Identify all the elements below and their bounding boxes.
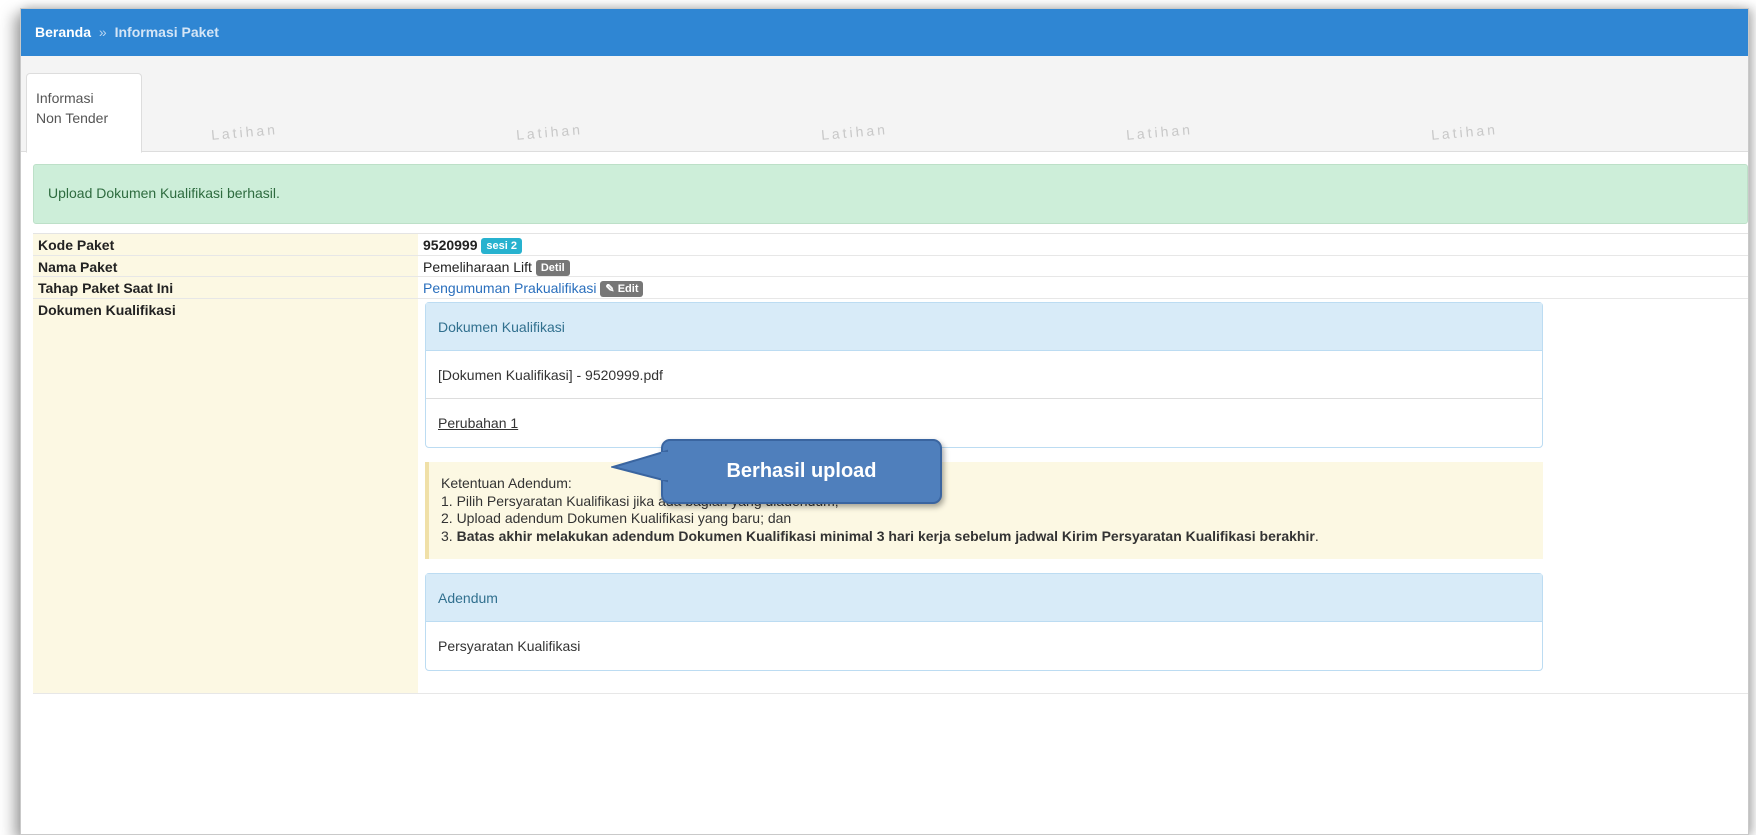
- note-item-3: 3. Batas akhir melakukan adendum Dokumen…: [441, 528, 1531, 546]
- kode-paket-value: 9520999: [423, 237, 478, 253]
- ketentuan-adendum-note: Ketentuan Adendum: 1. Pilih Persyaratan …: [425, 462, 1543, 559]
- nama-paket-value: Pemeliharaan Lift: [423, 259, 532, 275]
- row-value: 9520999 sesi 2: [418, 234, 1748, 255]
- watermark: Latihan: [515, 121, 584, 143]
- adendum-panel: Adendum Persyaratan Kualifikasi: [425, 573, 1543, 671]
- row-value: Dokumen Kualifikasi [Dokumen Kualifikasi…: [418, 299, 1748, 693]
- watermark: Latihan: [820, 121, 889, 143]
- tab-label-line2: Non Tender: [36, 110, 109, 126]
- row-value: Pemeliharaan Lift Detil: [418, 256, 1748, 276]
- note-item-3-bold: Batas akhir melakukan adendum Dokumen Ku…: [456, 527, 1315, 544]
- note-item-3-prefix: 3.: [441, 527, 457, 544]
- row-label: Tahap Paket Saat Ini: [33, 277, 418, 298]
- file-name[interactable]: [Dokumen Kualifikasi] - 9520999.pdf: [438, 367, 663, 383]
- breadcrumb: Beranda » Informasi Paket: [21, 9, 1748, 56]
- tab-informasi-non-tender[interactable]: Informasi Non Tender: [26, 73, 142, 153]
- note-item-2: 2. Upload adendum Dokumen Kualifikasi ya…: [441, 510, 792, 526]
- list-item-perubahan: Perubahan 1: [426, 399, 1542, 447]
- row-label: Kode Paket: [33, 234, 418, 255]
- table-row-tahap-paket: Tahap Paket Saat Ini Pengumuman Prakuali…: [33, 277, 1748, 299]
- panel-heading: Dokumen Kualifikasi: [426, 303, 1542, 351]
- detil-button[interactable]: Detil: [535, 260, 570, 276]
- list-item-file: [Dokumen Kualifikasi] - 9520999.pdf: [426, 351, 1542, 399]
- list-item-persyaratan: Persyaratan Kualifikasi: [426, 622, 1542, 670]
- edit-button-label: Edit: [617, 283, 639, 295]
- app-frame: Beranda » Informasi Paket Informasi Non …: [20, 8, 1749, 835]
- callout-text: Berhasil upload: [726, 460, 877, 482]
- table-row-kode-paket: Kode Paket 9520999 sesi 2: [33, 234, 1748, 256]
- edit-button[interactable]: ✎ Edit: [600, 281, 644, 297]
- tab-label-line1: Informasi: [36, 90, 94, 106]
- edit-icon: ✎: [605, 283, 615, 295]
- watermark: Latihan: [1430, 121, 1499, 143]
- sesi-badge: sesi 2: [481, 238, 522, 254]
- row-value: Pengumuman Prakualifikasi ✎ Edit: [418, 277, 1748, 298]
- note-title: Ketentuan Adendum:: [441, 475, 572, 491]
- callout-annotation: Berhasil upload: [661, 439, 942, 504]
- tahap-paket-link[interactable]: Pengumuman Prakualifikasi: [423, 280, 597, 296]
- breadcrumb-separator: »: [98, 24, 107, 40]
- tab-strip: Informasi Non Tender Latihan Latihan Lat…: [21, 56, 1748, 153]
- note-item-3-suffix: .: [1314, 527, 1319, 544]
- note-item-1: 1. Pilih Persyaratan Kualifikasi jika ad…: [441, 492, 839, 509]
- table-row-nama-paket: Nama Paket Pemeliharaan Lift Detil: [33, 256, 1748, 277]
- row-label: Nama Paket: [33, 256, 418, 276]
- watermark: Latihan: [1125, 121, 1194, 143]
- panel-heading: Adendum: [426, 574, 1542, 622]
- row-label: Dokumen Kualifikasi: [33, 299, 418, 693]
- persyaratan-link[interactable]: Persyaratan Kualifikasi: [438, 638, 580, 654]
- alert-message: Upload Dokumen Kualifikasi berhasil.: [48, 185, 280, 201]
- success-alert: Upload Dokumen Kualifikasi berhasil.: [33, 164, 1748, 224]
- dokumen-kualifikasi-panel: Dokumen Kualifikasi [Dokumen Kualifikasi…: [425, 302, 1543, 448]
- watermark: Latihan: [210, 121, 279, 143]
- perubahan-link[interactable]: Perubahan 1: [438, 415, 518, 431]
- breadcrumb-current: Informasi Paket: [114, 24, 219, 40]
- callout-pointer: [611, 449, 671, 483]
- breadcrumb-home-link[interactable]: Beranda: [35, 24, 91, 40]
